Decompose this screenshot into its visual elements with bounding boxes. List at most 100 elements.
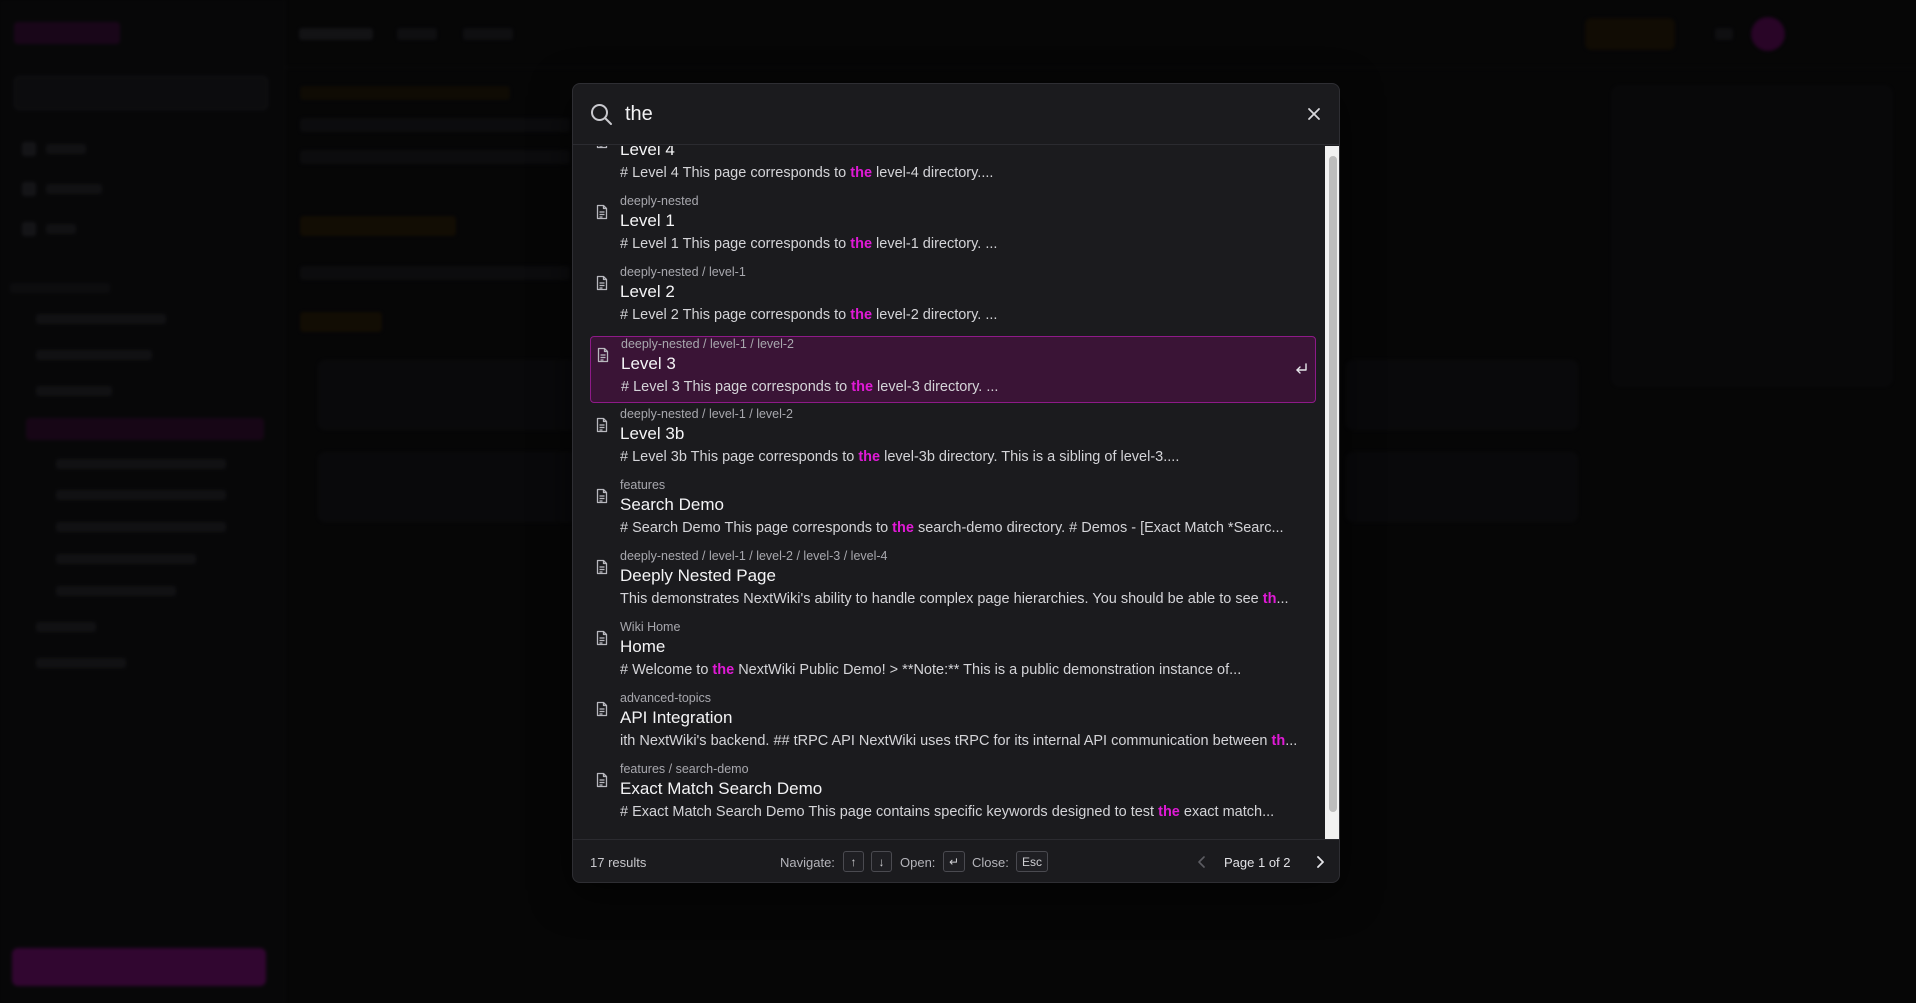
- search-result[interactable]: deeply-nested / level-1 / level-2 Level 3…: [590, 407, 1316, 474]
- result-title: Level 4: [620, 146, 675, 159]
- result-title: Level 1: [620, 211, 675, 230]
- result-snippet: # Level 4 This page corresponds to the l…: [620, 165, 1312, 181]
- search-result[interactable]: features / search-demo Exact Match Search…: [590, 762, 1316, 829]
- key-down: ↓: [871, 851, 892, 872]
- snippet-text: This demonstrates NextWiki's ability to …: [620, 591, 1263, 607]
- document-icon: [594, 275, 610, 291]
- document-icon: [594, 204, 610, 220]
- snippet-match: the: [850, 165, 873, 181]
- close-button[interactable]: [1303, 103, 1325, 125]
- result-breadcrumb: deeply-nested: [620, 194, 699, 208]
- chevron-left-icon: [1198, 856, 1205, 868]
- result-breadcrumb: Wiki Home: [620, 620, 681, 634]
- result-breadcrumb: deeply-nested / level-1: [620, 265, 746, 279]
- snippet-text: level-1 directory. ...: [872, 236, 998, 252]
- snippet-text: # Level 4 This page corresponds to: [620, 165, 851, 181]
- snippet-text: search-demo directory. # Demos - [Exact …: [913, 520, 1284, 536]
- result-snippet: ith NextWiki's backend. ## tRPC API Next…: [620, 733, 1312, 749]
- results-count: 17 results: [590, 855, 647, 870]
- result-breadcrumb: deeply-nested / level-1 / level-2: [621, 337, 795, 351]
- snippet-match: the: [712, 662, 735, 678]
- snippet-text: level-3 directory. ...: [873, 379, 999, 395]
- key-enter: ↵: [943, 851, 966, 872]
- document-icon: [594, 701, 610, 717]
- snippet-match: the: [851, 379, 874, 395]
- snippet-text: # Level 2 This page corresponds to: [620, 307, 851, 323]
- snippet-match: the: [1158, 804, 1180, 820]
- document-icon: [594, 146, 610, 149]
- previous-page-button[interactable]: [1193, 853, 1211, 871]
- result-snippet: # Welcome to the NextWiki Public Demo! >…: [620, 662, 1312, 678]
- document-icon: [594, 630, 610, 646]
- snippet-text: # Level 1 This page corresponds to: [620, 236, 851, 252]
- snippet-text: # Exact Match Search Demo This page cont…: [620, 804, 1159, 820]
- close-icon: [1308, 108, 1320, 120]
- key-up: ↑: [843, 851, 864, 872]
- snippet-text: # Search Demo This page corresponds to: [620, 520, 893, 536]
- snippet-text: # Level 3b This page corresponds to: [620, 449, 859, 465]
- open-label: Open:: [900, 855, 936, 870]
- search-result[interactable]: features Search Demo # Search Demo This pa…: [590, 478, 1316, 545]
- snippet-text: ...: [1285, 733, 1298, 749]
- close-label: Close:: [972, 855, 1009, 870]
- page-indicator: Page 1 of 2: [1224, 855, 1291, 870]
- snippet-match: th: [1271, 733, 1286, 749]
- search-result[interactable]: deeply-nested / level-1 Level 2 # Level 2 …: [590, 265, 1316, 332]
- search-result[interactable]: deeply-nested / level-1 / level-2 / leve…: [590, 549, 1316, 616]
- result-title: API Integration: [620, 708, 733, 727]
- result-snippet: This demonstrates NextWiki's ability to …: [620, 591, 1312, 607]
- result-title: Level 3b: [620, 424, 685, 443]
- result-breadcrumb: features: [620, 478, 666, 492]
- search-result[interactable]: Level 4 # Level 4 This page corresponds t…: [590, 146, 1316, 190]
- search-footer: 17 results Navigate: ↑ ↓ Open: ↵ Close: …: [573, 839, 1339, 882]
- result-breadcrumb: features / search-demo: [620, 762, 749, 776]
- navigate-label: Navigate:: [780, 855, 835, 870]
- snippet-text: ith NextWiki's backend. ## tRPC API Next…: [620, 733, 1272, 749]
- search-input[interactable]: [625, 98, 1265, 130]
- search-result[interactable]: deeply-nested Level 1 # Level 1 This page …: [590, 194, 1316, 261]
- document-icon: [594, 417, 610, 433]
- snippet-text: # Level 3 This page corresponds to: [621, 379, 852, 395]
- result-title: Exact Match Search Demo: [620, 779, 823, 798]
- next-page-button[interactable]: [1311, 853, 1329, 871]
- snippet-match: th: [1262, 591, 1277, 607]
- document-icon: [594, 488, 610, 504]
- result-snippet: # Search Demo This page corresponds to t…: [620, 520, 1312, 536]
- snippet-match: the: [892, 520, 914, 536]
- result-title: Home: [620, 637, 666, 656]
- document-icon: [595, 347, 611, 363]
- result-snippet: # Level 3 This page corresponds to the l…: [621, 379, 1313, 395]
- search-result[interactable]: advanced-topics API Integration ith NextWi…: [590, 691, 1316, 758]
- search-bar: [573, 84, 1339, 145]
- snippet-text: level-3b directory. This is a sibling of…: [880, 449, 1180, 465]
- snippet-match: the: [850, 236, 873, 252]
- snippet-match: the: [858, 449, 881, 465]
- result-title: Deeply Nested Page: [620, 566, 776, 585]
- document-icon: [594, 559, 610, 575]
- result-breadcrumb: advanced-topics: [620, 691, 712, 705]
- document-icon: [594, 772, 610, 788]
- results-list: Level 4 # Level 4 This page corresponds t…: [573, 146, 1339, 839]
- search-result[interactable]: Wiki Home Home # Welcome to the NextWiki P…: [590, 620, 1316, 687]
- snippet-text: exact match...: [1179, 804, 1275, 820]
- result-snippet: # Level 3b This page corresponds to the …: [620, 449, 1312, 465]
- result-title: Level 3: [621, 354, 676, 373]
- snippet-text: level-2 directory. ...: [872, 307, 998, 323]
- scrollbar-thumb[interactable]: [1329, 156, 1337, 812]
- result-snippet: # Exact Match Search Demo This page cont…: [620, 804, 1312, 820]
- key-esc: Esc: [1016, 851, 1049, 872]
- search-icon: [591, 104, 612, 125]
- result-title: Search Demo: [620, 495, 724, 514]
- result-title: Level 2: [620, 282, 675, 301]
- chevron-right-icon: [1317, 856, 1324, 868]
- enter-icon: [1293, 361, 1309, 377]
- search-result[interactable]: deeply-nested / level-1 / level-2 Level 3…: [590, 336, 1316, 403]
- result-breadcrumb: deeply-nested / level-1 / level-2: [620, 407, 794, 421]
- snippet-text: ...: [1276, 591, 1289, 607]
- search-dialog: Level 4 # Level 4 This page corresponds t…: [572, 83, 1340, 883]
- snippet-text: NextWiki Public Demo! > **Note:** This i…: [734, 662, 1242, 678]
- snippet-match: the: [850, 307, 873, 323]
- snippet-text: # Welcome to: [620, 662, 713, 678]
- result-breadcrumb: deeply-nested / level-1 / level-2 / leve…: [620, 549, 888, 563]
- result-snippet: # Level 1 This page corresponds to the l…: [620, 236, 1312, 252]
